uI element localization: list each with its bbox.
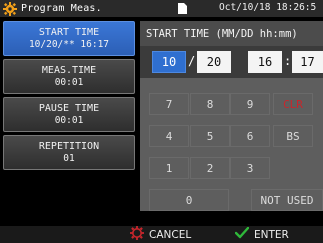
enter-button[interactable]: ENTER — [234, 226, 289, 243]
key-9[interactable]: 9 — [230, 93, 270, 115]
key-2[interactable]: 2 — [190, 157, 230, 179]
menu-pause-time-button[interactable]: PAUSE TIME 00:01 — [3, 97, 135, 132]
checkmark-icon — [234, 226, 254, 242]
time-entry-row: 10 / 20 16 : 17 — [140, 46, 323, 78]
menu-start-time-button[interactable]: START TIME 10/20/** 16:17 — [3, 21, 135, 56]
menu-pause-time-value: 00:01 — [54, 114, 84, 126]
key-1[interactable]: 1 — [149, 157, 189, 179]
cancel-button[interactable]: CANCEL — [130, 226, 191, 243]
menu-meas-time-button[interactable]: MEAS.TIME 00:01 — [3, 59, 135, 94]
cancel-gear-icon — [130, 226, 149, 243]
key-3[interactable]: 3 — [230, 157, 270, 179]
menu-repetition-label: REPETITION — [38, 140, 100, 152]
memory-card-icon — [178, 3, 187, 14]
key-8[interactable]: 8 — [190, 93, 230, 115]
panel-header: START TIME (MM/DD hh:mm) — [140, 21, 323, 46]
app-title: Program Meas. — [21, 3, 102, 14]
key-7[interactable]: 7 — [149, 93, 189, 115]
date-separator: / — [188, 54, 196, 68]
gear-icon — [2, 1, 18, 17]
minute-field[interactable]: 17 — [292, 51, 323, 73]
menu-repetition-value: 01 — [63, 152, 75, 164]
enter-label: ENTER — [254, 228, 289, 241]
menu-meas-time-value: 00:01 — [54, 76, 84, 88]
month-field[interactable]: 10 — [152, 51, 186, 73]
menu-meas-time-label: MEAS.TIME — [41, 64, 97, 76]
menu-start-time-value: 10/20/** 16:17 — [28, 38, 110, 50]
clock-datetime: Oct/10/18 18:26:5 — [219, 2, 317, 13]
top-status-bar: Program Meas. Oct/10/18 18:26:5 — [0, 0, 323, 17]
menu-pause-time-label: PAUSE TIME — [38, 102, 100, 114]
screen: Program Meas. Oct/10/18 18:26:5 START TI… — [0, 0, 323, 243]
cancel-label: CANCEL — [149, 228, 192, 241]
menu-start-time-label: START TIME — [38, 26, 100, 38]
time-separator: : — [284, 54, 292, 68]
day-field[interactable]: 20 — [197, 51, 231, 73]
hour-field[interactable]: 16 — [248, 51, 282, 73]
key-bs[interactable]: BS — [273, 125, 313, 147]
key-4[interactable]: 4 — [149, 125, 189, 147]
key-5[interactable]: 5 — [190, 125, 230, 147]
menu-repetition-button[interactable]: REPETITION 01 — [3, 135, 135, 170]
key-clr[interactable]: CLR — [273, 93, 313, 115]
not-used-button[interactable]: NOT USED — [251, 189, 323, 211]
key-6[interactable]: 6 — [230, 125, 270, 147]
key-0[interactable]: 0 — [149, 189, 229, 211]
